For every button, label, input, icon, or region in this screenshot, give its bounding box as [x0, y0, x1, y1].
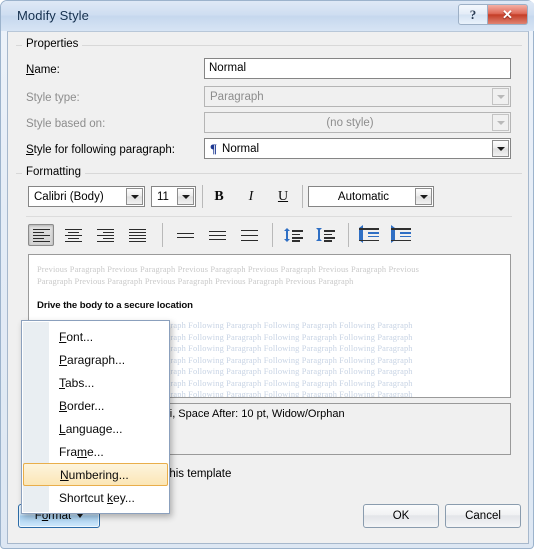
- chevron-down-icon[interactable]: [415, 188, 432, 205]
- menu-item-tabs[interactable]: Tabs...: [23, 371, 168, 394]
- style-type-value: Paragraph: [210, 90, 264, 103]
- align-left-button[interactable]: [28, 224, 54, 246]
- align-right-button[interactable]: [92, 224, 118, 246]
- italic-button[interactable]: I: [238, 186, 264, 207]
- font-family-combo[interactable]: Calibri (Body): [28, 186, 145, 207]
- font-color-combo[interactable]: Automatic: [308, 186, 434, 207]
- chevron-down-icon: [492, 88, 509, 105]
- style-following-combo[interactable]: ¶ Normal: [204, 138, 511, 159]
- chevron-down-icon[interactable]: [126, 188, 143, 205]
- increase-indent-icon: [391, 225, 411, 243]
- menu-item-label: Font...: [59, 329, 94, 344]
- menu-item-label: Shortcut key...: [59, 490, 135, 505]
- name-label: Name:: [26, 64, 60, 76]
- style-based-on-label: Style based on:: [26, 118, 106, 130]
- style-following-text: Normal: [222, 142, 260, 155]
- toolbar-separator: [162, 223, 163, 247]
- style-type-combo: Paragraph: [204, 86, 511, 107]
- menu-item-shortcut-key[interactable]: Shortcut key...: [23, 486, 168, 509]
- decrease-paragraph-spacing-button[interactable]: [280, 224, 306, 246]
- decrease-indent-icon: [359, 225, 379, 243]
- cancel-button[interactable]: Cancel: [445, 504, 521, 528]
- style-following-label: Style for following paragraph:: [26, 144, 175, 156]
- pilcrow-icon: ¶: [210, 140, 218, 156]
- increase-indent-button[interactable]: [388, 224, 414, 246]
- format-dropdown-menu[interactable]: Font... Paragraph... Tabs... Border... Langu…: [21, 320, 170, 514]
- menu-item-label: Frame...: [59, 444, 104, 459]
- preview-previous-line-2: Paragraph Previous Paragraph Previous Pa…: [37, 277, 354, 286]
- line-spacing-double-button[interactable]: [236, 224, 262, 246]
- window-controls: ? ✕: [458, 4, 528, 26]
- toolbar-separator: [302, 185, 303, 208]
- menu-item-label: Border...: [59, 398, 105, 413]
- style-based-on-value: (no style): [326, 116, 374, 129]
- decrease-paragraph-spacing-icon: [283, 228, 303, 242]
- menu-item-label: Tabs...: [59, 375, 95, 390]
- style-name-input[interactable]: Normal: [204, 58, 511, 79]
- close-icon[interactable]: ✕: [488, 4, 528, 25]
- align-justify-button[interactable]: [124, 224, 150, 246]
- chevron-down-icon[interactable]: [492, 140, 509, 157]
- properties-group-body: Name: Normal Style type: Paragraph Style…: [16, 54, 522, 162]
- font-size-value: 11: [157, 190, 169, 203]
- toolbar-separator: [348, 223, 349, 247]
- line-spacing-single-button[interactable]: [172, 224, 198, 246]
- menu-item-language[interactable]: Language...: [23, 417, 168, 440]
- toolbar-separator: [272, 223, 273, 247]
- modify-style-dialog: Modify Style ? ✕ Properties Name: Normal…: [0, 0, 534, 549]
- chevron-down-icon: [492, 114, 509, 131]
- align-justify-icon: [128, 228, 146, 243]
- decrease-indent-button[interactable]: [356, 224, 382, 246]
- preview-previous-line-1: Previous Paragraph Previous Paragraph Pr…: [37, 265, 420, 274]
- line-spacing-1-5-icon: [208, 229, 226, 242]
- font-size-combo[interactable]: 11: [151, 186, 196, 207]
- style-based-on-combo: (no style): [204, 112, 511, 133]
- line-spacing-double-icon: [240, 229, 258, 242]
- menu-item-border[interactable]: Border...: [23, 394, 168, 417]
- title-bar[interactable]: Modify Style ? ✕: [1, 1, 534, 31]
- font-color-value: Automatic: [337, 190, 390, 203]
- dialog-client-area: Properties Name: Normal Style type: Para…: [7, 31, 529, 544]
- align-left-icon: [32, 228, 50, 243]
- menu-item-label: Paragraph...: [59, 352, 126, 367]
- menu-item-font[interactable]: Font...: [23, 325, 168, 348]
- menu-item-label: Numbering...: [60, 467, 129, 482]
- font-family-value: Calibri (Body): [34, 190, 104, 203]
- help-icon[interactable]: ?: [458, 4, 488, 25]
- formatting-group-rule: [16, 173, 522, 174]
- chevron-down-icon[interactable]: [177, 188, 194, 205]
- align-center-icon: [64, 228, 82, 243]
- line-spacing-1-5-button[interactable]: [204, 224, 230, 246]
- menu-item-frame[interactable]: Frame...: [23, 440, 168, 463]
- increase-paragraph-spacing-button[interactable]: [312, 224, 338, 246]
- window-title: Modify Style: [17, 8, 90, 23]
- align-right-icon: [96, 228, 114, 243]
- ok-button[interactable]: OK: [363, 504, 439, 528]
- menu-item-paragraph[interactable]: Paragraph...: [23, 348, 168, 371]
- properties-group: Properties Name: Normal Style type: Para…: [16, 38, 522, 162]
- toolbar-divider: [26, 216, 512, 217]
- toolbar-separator: [202, 185, 203, 208]
- underline-button[interactable]: U: [270, 186, 296, 207]
- align-center-button[interactable]: [60, 224, 86, 246]
- style-following-value: ¶ Normal: [210, 139, 490, 158]
- properties-group-rule: [16, 45, 522, 46]
- increase-paragraph-spacing-icon: [315, 228, 335, 242]
- bold-button[interactable]: B: [206, 186, 232, 207]
- properties-group-label: Properties: [22, 38, 83, 50]
- menu-item-label: Language...: [59, 421, 123, 436]
- line-spacing-single-icon: [176, 229, 194, 242]
- preview-sample-text: Drive the body to a secure location: [37, 300, 193, 311]
- formatting-group-label: Formatting: [22, 166, 85, 178]
- style-type-label: Style type:: [26, 92, 80, 104]
- menu-item-numbering[interactable]: Numbering...: [23, 463, 168, 486]
- chevron-down-icon: [77, 514, 84, 518]
